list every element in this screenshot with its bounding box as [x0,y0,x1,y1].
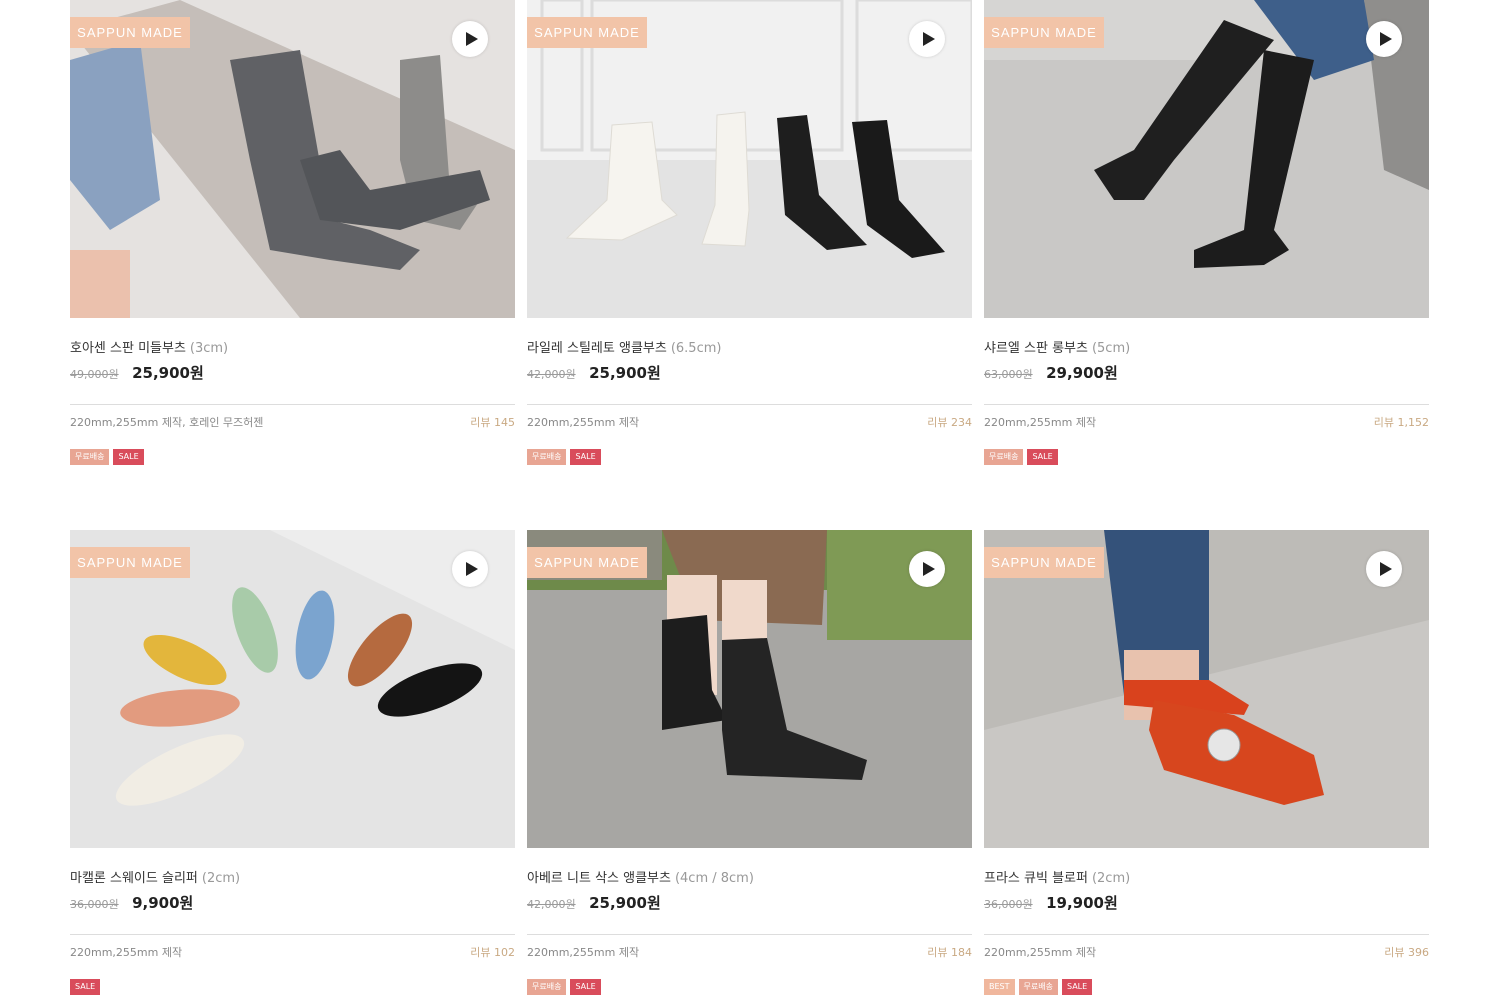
heel-height: (2cm) [201,871,241,886]
product-name[interactable]: 프라스 큐빅 블로퍼 (2cm) [984,867,1429,887]
product-name[interactable]: 라일레 스틸레토 앵클부츠 (6.5cm) [527,337,972,357]
heel-height: (2cm) [1091,871,1131,886]
product-image-suede-slippers[interactable]: SAPPUN MADE [70,530,515,848]
product-title[interactable]: 아베르 니트 삭스 앵클부츠 [527,871,671,886]
divider [527,934,972,935]
review-count[interactable]: 리뷰 102 [470,944,515,960]
sale-price: 25,900원 [589,364,661,382]
original-price: 36,000원 [70,898,119,911]
original-price: 49,000원 [70,368,119,381]
best-tag: BEST [984,979,1015,995]
product-name[interactable]: 샤르엘 스판 롱부츠 (5cm) [984,337,1429,357]
sale-price: 9,900원 [132,894,194,912]
play-video-button[interactable] [909,21,945,57]
heel-height: (5cm) [1091,341,1131,356]
sappun-made-badge: SAPPUN MADE [70,547,190,578]
play-video-button[interactable] [1366,21,1402,57]
product-title[interactable]: 마캘론 스웨이드 슬리퍼 [70,871,198,886]
product-title[interactable]: 라일레 스틸레토 앵클부츠 [527,341,667,356]
price-row: 42,000원 25,900원 [527,362,972,384]
divider [70,934,515,935]
product-name[interactable]: 마캘론 스웨이드 슬리퍼 (2cm) [70,867,515,887]
review-count[interactable]: 리뷰 234 [927,414,972,430]
heel-height: (6.5cm) [670,341,722,356]
sappun-made-badge: SAPPUN MADE [984,547,1104,578]
tag-list: BEST 무료배송 SALE [984,979,1096,995]
product-title[interactable]: 프라스 큐빅 블로퍼 [984,871,1088,886]
sale-tag: SALE [113,449,144,465]
tag-list: SALE [70,979,104,995]
sappun-made-badge: SAPPUN MADE [70,17,190,48]
free-shipping-tag: 무료배송 [527,979,567,995]
review-count[interactable]: 리뷰 184 [927,944,972,960]
size-note: 220mm,255mm 제작 [984,946,1097,959]
sale-price: 25,900원 [132,364,204,382]
sappun-made-badge: SAPPUN MADE [527,547,647,578]
product-grid: SAPPUN MADE 호아센 스판 미들부츠 (3cm) 49,000원 25,… [70,0,1430,1000]
sale-tag: SALE [1027,449,1058,465]
tag-list: 무료배송 SALE [70,449,148,465]
sale-price: 25,900원 [589,894,661,912]
tag-list: 무료배송 SALE [984,449,1062,465]
size-note: 220mm,255mm 제작 [527,946,640,959]
sale-price: 19,900원 [1046,894,1118,912]
play-video-button[interactable] [452,551,488,587]
product-name[interactable]: 호아센 스판 미들부츠 (3cm) [70,337,515,357]
play-video-button[interactable] [909,551,945,587]
play-video-button[interactable] [1366,551,1402,587]
original-price: 42,000원 [527,368,576,381]
product-name[interactable]: 아베르 니트 삭스 앵클부츠 (4cm / 8cm) [527,867,972,887]
size-note: 220mm,255mm 제작 [984,416,1097,429]
size-note: 220mm,255mm 제작 [70,946,183,959]
review-count[interactable]: 리뷰 145 [470,414,515,430]
product-title[interactable]: 호아센 스판 미들부츠 [70,341,186,356]
free-shipping-tag: 무료배송 [70,449,110,465]
tag-list: 무료배송 SALE [527,979,605,995]
play-icon [923,32,935,46]
product-image-cubic-bloafer[interactable]: SAPPUN MADE [984,530,1429,848]
sale-tag: SALE [1061,979,1093,995]
price-row: 63,000원 29,900원 [984,362,1429,384]
price-row: 36,000원 19,900원 [984,892,1429,914]
review-count[interactable]: 리뷰 396 [1384,944,1429,960]
sale-price: 29,900원 [1046,364,1118,382]
original-price: 63,000원 [984,368,1033,381]
divider [70,404,515,405]
divider [527,404,972,405]
sale-tag: SALE [570,979,601,995]
size-note: 220mm,255mm 제작 [527,416,640,429]
free-shipping-tag: 무료배송 [527,449,567,465]
sale-tag: SALE [70,979,101,995]
product-image-stiletto-ankle-boots[interactable]: SAPPUN MADE [527,0,972,318]
original-price: 36,000원 [984,898,1033,911]
play-icon [466,562,478,576]
sale-tag: SALE [570,449,601,465]
price-row: 36,000원 9,900원 [70,892,515,914]
price-row: 49,000원 25,900원 [70,362,515,384]
size-note: 220mm,255mm 제작, 호레인 무즈허젠 [70,416,264,429]
divider [984,934,1429,935]
price-row: 42,000원 25,900원 [527,892,972,914]
product-image-knit-socks-boots[interactable]: SAPPUN MADE [527,530,972,848]
play-video-button[interactable] [452,21,488,57]
product-image-knee-boots[interactable]: SAPPUN MADE [70,0,515,318]
free-shipping-tag: 무료배송 [1018,979,1058,995]
play-icon [923,562,935,576]
divider [984,404,1429,405]
heel-height: (3cm) [189,341,229,356]
product-image-long-boots[interactable]: SAPPUN MADE [984,0,1429,318]
free-shipping-tag: 무료배송 [984,449,1024,465]
play-icon [1380,32,1392,46]
tag-list: 무료배송 SALE [527,449,605,465]
original-price: 42,000원 [527,898,576,911]
play-icon [1380,562,1392,576]
sappun-made-badge: SAPPUN MADE [527,17,647,48]
product-title[interactable]: 샤르엘 스판 롱부츠 [984,341,1088,356]
sappun-made-badge: SAPPUN MADE [984,17,1104,48]
heel-height: (4cm / 8cm) [674,871,754,886]
review-count[interactable]: 리뷰 1,152 [1374,414,1429,430]
play-icon [466,32,478,46]
